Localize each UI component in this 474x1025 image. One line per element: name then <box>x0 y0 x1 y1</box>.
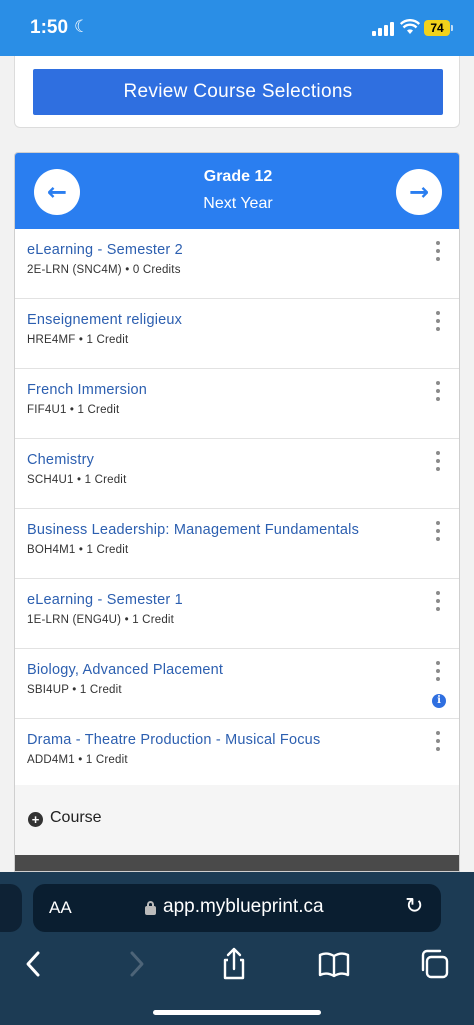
course-name[interactable]: Chemistry <box>27 452 94 468</box>
review-card: Review Course Selections <box>14 56 460 128</box>
book-icon <box>318 952 350 978</box>
year-header: ← Grade 12 Next Year → <box>15 153 459 229</box>
grade-label: Grade 12 <box>203 168 273 185</box>
more-options-icon[interactable] <box>431 241 445 265</box>
tabs-button[interactable] <box>414 944 454 984</box>
course-item[interactable]: Drama - Theatre Production - Musical Foc… <box>15 719 459 789</box>
course-name[interactable]: Biology, Advanced Placement <box>27 662 223 678</box>
share-icon <box>223 947 245 980</box>
chevron-right-icon <box>130 951 144 977</box>
year-label: Next Year <box>203 195 273 212</box>
course-meta: ADD4M1 • 1 Credit <box>27 754 128 766</box>
course-name[interactable]: Drama - Theatre Production - Musical Foc… <box>27 732 320 748</box>
course-meta: BOH4M1 • 1 Credit <box>27 544 129 556</box>
course-item[interactable]: Chemistry SCH4U1 • 1 Credit <box>15 439 459 509</box>
course-meta: FIF4U1 • 1 Credit <box>27 404 120 416</box>
status-time: 1:50 <box>30 17 69 38</box>
more-options-icon[interactable] <box>431 521 445 545</box>
chevron-left-icon <box>26 951 40 977</box>
page-settings-button[interactable]: AA <box>49 898 72 918</box>
moon-icon: ☾ <box>74 17 90 36</box>
course-name[interactable]: Business Leadership: Management Fundamen… <box>27 522 359 538</box>
review-course-selections-button[interactable]: Review Course Selections <box>33 69 443 115</box>
course-item[interactable]: Enseignement religieux HRE4MF • 1 Credit <box>15 299 459 369</box>
back-button[interactable] <box>14 944 54 984</box>
course-meta: SBI4UP • 1 Credit <box>27 684 122 696</box>
card-footer <box>15 855 459 871</box>
more-options-icon[interactable] <box>431 381 445 405</box>
plus-circle-icon: + <box>28 812 43 827</box>
add-course-button[interactable]: + Course <box>15 785 459 855</box>
info-icon[interactable]: i <box>432 694 446 708</box>
course-name[interactable]: eLearning - Semester 2 <box>27 242 183 258</box>
more-options-icon[interactable] <box>431 451 445 475</box>
address-bar[interactable]: AA app.myblueprint.ca ↻ <box>33 884 441 932</box>
lock-icon <box>145 901 156 915</box>
bookmarks-button[interactable] <box>314 944 354 984</box>
url-text[interactable]: app.myblueprint.ca <box>163 896 324 918</box>
course-item[interactable]: eLearning - Semester 2 2E-LRN (SNC4M) • … <box>15 229 459 299</box>
status-bar: 1:50 ☾ 74 <box>0 0 474 56</box>
course-item[interactable]: Biology, Advanced Placement SBI4UP • 1 C… <box>15 649 459 719</box>
arrow-right-icon: → <box>408 178 430 206</box>
add-course-label: Course <box>50 809 102 826</box>
more-options-icon[interactable] <box>431 661 445 685</box>
reload-icon[interactable]: ↻ <box>405 894 423 919</box>
cellular-signal-icon <box>372 22 394 36</box>
more-options-icon[interactable] <box>431 311 445 335</box>
next-year-button[interactable]: → <box>396 169 442 215</box>
course-item[interactable]: eLearning - Semester 1 1E-LRN (ENG4U) • … <box>15 579 459 649</box>
home-indicator <box>153 1010 321 1015</box>
course-name[interactable]: Enseignement religieux <box>27 312 182 328</box>
forward-button[interactable] <box>116 944 156 984</box>
course-name[interactable]: eLearning - Semester 1 <box>27 592 183 608</box>
course-meta: 1E-LRN (ENG4U) • 1 Credit <box>27 614 175 626</box>
battery-tip <box>451 25 453 31</box>
wifi-icon <box>399 19 421 40</box>
course-meta: HRE4MF • 1 Credit <box>27 334 129 346</box>
battery-icon: 74 <box>424 20 450 36</box>
browser-toolbar: AA app.myblueprint.ca ↻ <box>0 872 474 1025</box>
course-item[interactable]: French Immersion FIF4U1 • 1 Credit <box>15 369 459 439</box>
course-meta: 2E-LRN (SNC4M) • 0 Credits <box>27 264 181 276</box>
year-plan-card: ← Grade 12 Next Year → eLearning - Semes… <box>14 152 460 872</box>
previous-tab-edge[interactable] <box>0 884 22 932</box>
more-options-icon[interactable] <box>431 591 445 615</box>
course-meta: SCH4U1 • 1 Credit <box>27 474 127 486</box>
share-button[interactable] <box>214 944 254 984</box>
course-name[interactable]: French Immersion <box>27 382 147 398</box>
tabs-icon <box>421 949 449 979</box>
course-item[interactable]: Business Leadership: Management Fundamen… <box>15 509 459 579</box>
more-options-icon[interactable] <box>431 731 445 755</box>
